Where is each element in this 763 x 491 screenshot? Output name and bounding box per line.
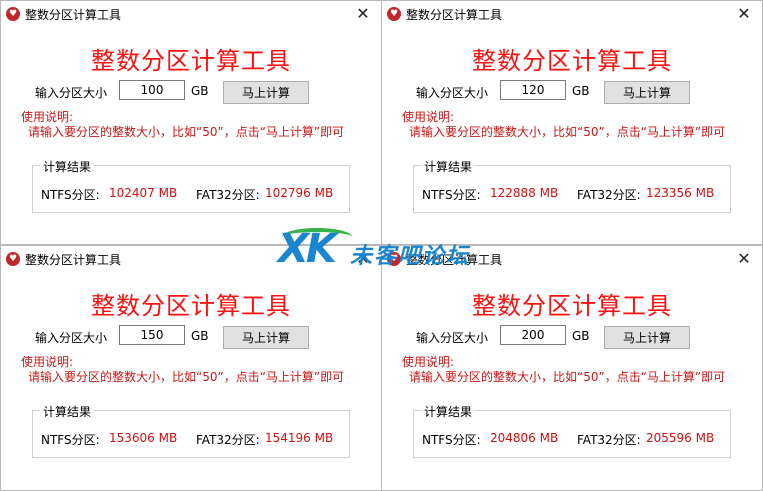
calculate-button[interactable]: 马上计算 — [604, 81, 690, 104]
result-group: 计算结果 NTFS分区: 153606 MB FAT32分区: 154196 M… — [32, 403, 350, 458]
usage-instructions: 请输入要分区的整数大小，比如“50”，点击“马上计算”即可 — [28, 370, 345, 384]
ntfs-value: 204806 MB — [490, 431, 559, 445]
partition-size-input[interactable] — [119, 80, 185, 100]
app-logo-icon: ♥ — [6, 7, 20, 21]
fat32-label: FAT32分区: — [577, 433, 641, 447]
app-logo-icon: ♥ — [6, 252, 20, 266]
ntfs-label: NTFS分区: — [41, 433, 100, 447]
watermark-logo: XK — [278, 226, 337, 272]
result-title: 计算结果 — [421, 403, 476, 420]
app-heading: 整数分区计算工具 — [91, 292, 291, 320]
site-watermark: XK 未客吧论坛 — [278, 222, 488, 278]
app-logo-icon: ♥ — [387, 7, 401, 21]
calculator-window-1: ♥ 整数分区计算工具 ✕ 整数分区计算工具 输入分区大小 GB 马上计算 使用说… — [0, 0, 382, 245]
ntfs-value: 102407 MB — [109, 186, 178, 200]
ntfs-label: NTFS分区: — [422, 188, 481, 202]
calculate-button[interactable]: 马上计算 — [223, 81, 309, 104]
result-title: 计算结果 — [40, 158, 95, 175]
app-heading: 整数分区计算工具 — [472, 292, 672, 320]
calculator-window-4: ♥ 整数分区计算工具 ✕ 整数分区计算工具 输入分区大小 GB 马上计算 使用说… — [381, 245, 763, 491]
close-icon[interactable]: ✕ — [732, 3, 756, 25]
title-bar[interactable]: ♥ 整数分区计算工具 ✕ — [1, 1, 381, 27]
calculator-window-3: ♥ 整数分区计算工具 ✕ 整数分区计算工具 输入分区大小 GB 马上计算 使用说… — [0, 245, 382, 491]
partition-size-input[interactable] — [500, 80, 566, 100]
window-title: 整数分区计算工具 — [25, 253, 122, 267]
close-icon[interactable]: ✕ — [732, 248, 756, 270]
usage-instructions: 请输入要分区的整数大小，比如“50”，点击“马上计算”即可 — [409, 125, 726, 139]
partition-size-label: 输入分区大小 — [35, 86, 108, 100]
ntfs-value: 153606 MB — [109, 431, 178, 445]
close-icon[interactable]: ✕ — [351, 3, 375, 25]
usage-instructions: 请输入要分区的整数大小，比如“50”，点击“马上计算”即可 — [28, 125, 345, 139]
result-group: 计算结果 NTFS分区: 102407 MB FAT32分区: 102796 M… — [32, 158, 350, 213]
calculate-button[interactable]: 马上计算 — [223, 326, 309, 349]
partition-size-label: 输入分区大小 — [416, 86, 489, 100]
ntfs-label: NTFS分区: — [41, 188, 100, 202]
unit-label: GB — [191, 329, 209, 343]
partition-size-label: 输入分区大小 — [35, 331, 108, 345]
unit-label: GB — [191, 84, 209, 98]
result-title: 计算结果 — [40, 403, 95, 420]
unit-label: GB — [572, 329, 590, 343]
result-title: 计算结果 — [421, 158, 476, 175]
fat32-value: 154196 MB — [265, 431, 334, 445]
watermark-text: 未客吧论坛 — [350, 244, 471, 269]
result-group: 计算结果 NTFS分区: 122888 MB FAT32分区: 123356 M… — [413, 158, 731, 213]
fat32-value: 205596 MB — [646, 431, 715, 445]
unit-label: GB — [572, 84, 590, 98]
usage-instructions: 请输入要分区的整数大小，比如“50”，点击“马上计算”即可 — [409, 370, 726, 384]
fat32-label: FAT32分区: — [196, 433, 260, 447]
partition-size-input[interactable] — [119, 325, 185, 345]
partition-size-input[interactable] — [500, 325, 566, 345]
title-bar[interactable]: ♥ 整数分区计算工具 ✕ — [382, 1, 762, 27]
app-heading: 整数分区计算工具 — [91, 47, 291, 75]
fat32-label: FAT32分区: — [196, 188, 260, 202]
app-heading: 整数分区计算工具 — [472, 47, 672, 75]
fat32-value: 102796 MB — [265, 186, 334, 200]
ntfs-label: NTFS分区: — [422, 433, 481, 447]
calculate-button[interactable]: 马上计算 — [604, 326, 690, 349]
ntfs-value: 122888 MB — [490, 186, 559, 200]
partition-size-label: 输入分区大小 — [416, 331, 489, 345]
calculator-window-2: ♥ 整数分区计算工具 ✕ 整数分区计算工具 输入分区大小 GB 马上计算 使用说… — [381, 0, 763, 245]
window-title: 整数分区计算工具 — [25, 8, 122, 22]
result-group: 计算结果 NTFS分区: 204806 MB FAT32分区: 205596 M… — [413, 403, 731, 458]
fat32-value: 123356 MB — [646, 186, 715, 200]
window-title: 整数分区计算工具 — [406, 8, 503, 22]
fat32-label: FAT32分区: — [577, 188, 641, 202]
